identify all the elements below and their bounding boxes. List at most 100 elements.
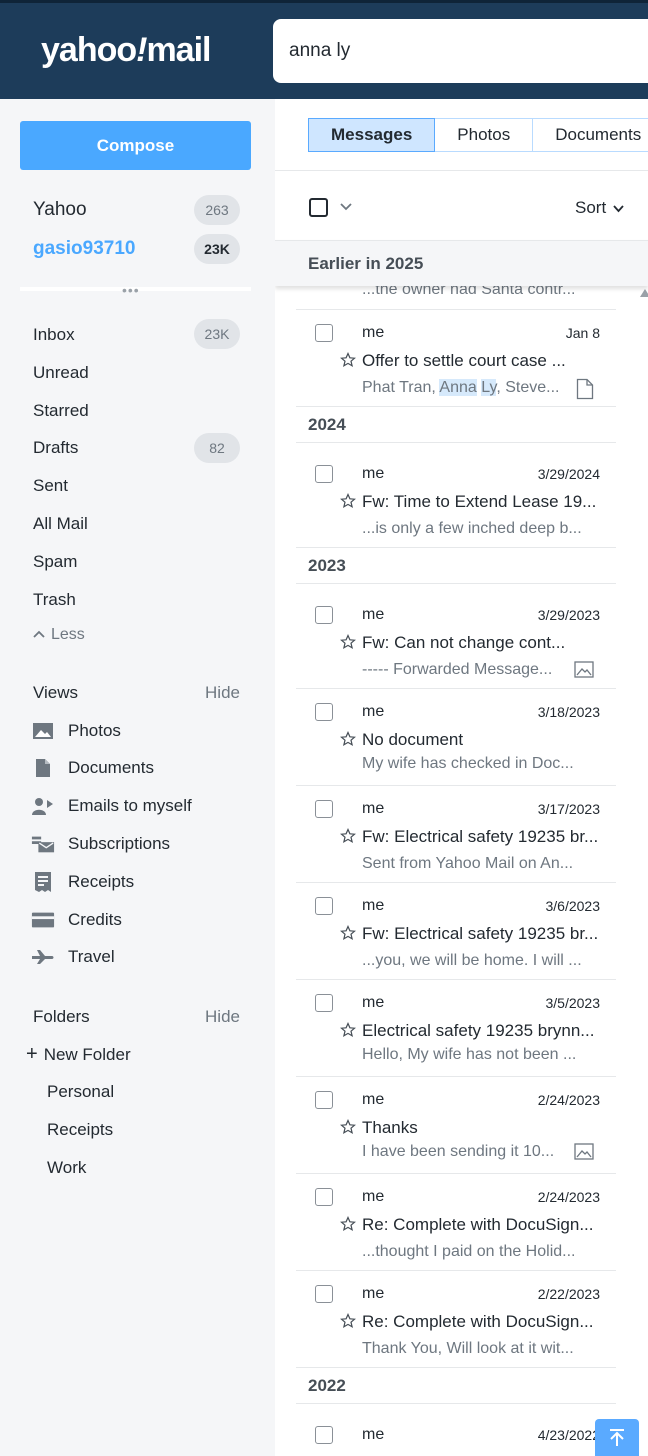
message-snippet: Thank You, Will look at it wit... xyxy=(362,1340,574,1357)
sidebar-item-sent[interactable]: Sent xyxy=(33,476,68,496)
star-icon[interactable] xyxy=(340,1022,356,1043)
toolbar-divider xyxy=(275,170,648,171)
message-date: 3/29/2023 xyxy=(537,607,600,623)
message-row[interactable]: me 2/24/2023 Re: Complete with DocuSign.… xyxy=(296,1173,616,1270)
star-icon[interactable] xyxy=(340,1313,356,1334)
star-icon[interactable] xyxy=(340,493,356,514)
search-box[interactable] xyxy=(273,19,648,83)
row-checkbox[interactable] xyxy=(315,1426,333,1444)
sidebar-item-starred[interactable]: Starred xyxy=(33,401,89,421)
tab-messages[interactable]: Messages xyxy=(308,118,436,152)
folder-receipts[interactable]: Receipts xyxy=(47,1120,113,1140)
folders-hide-button[interactable]: Hide xyxy=(205,1007,240,1027)
row-checkbox[interactable] xyxy=(315,606,333,624)
select-all-checkbox[interactable] xyxy=(309,198,328,217)
row-checkbox[interactable] xyxy=(315,324,333,342)
row-checkbox[interactable] xyxy=(315,703,333,721)
sidebar-item-trash[interactable]: Trash xyxy=(33,590,76,610)
star-icon[interactable] xyxy=(340,352,356,373)
folders-heading: Folders xyxy=(33,1007,90,1026)
message-row[interactable]: me 3/18/2023 No document My wife has che… xyxy=(296,688,616,785)
row-checkbox[interactable] xyxy=(315,1188,333,1206)
subscriptions-icon xyxy=(31,833,55,855)
message-subject: Fw: Can not change cont... xyxy=(362,633,566,652)
new-folder-button[interactable]: + New Folder xyxy=(26,1043,131,1066)
message-date: 3/6/2023 xyxy=(545,898,601,914)
star-icon[interactable] xyxy=(340,925,356,946)
view-documents[interactable]: Documents xyxy=(31,756,154,780)
message-subject: No document xyxy=(362,730,464,749)
message-sender: me xyxy=(362,994,385,1011)
account-yahoo[interactable]: Yahoo xyxy=(33,199,87,221)
message-snippet: ----- Forwarded Message... xyxy=(362,661,553,678)
tab-photos[interactable]: Photos xyxy=(435,118,534,152)
year-group-header: 2023 xyxy=(296,547,616,583)
star-icon[interactable] xyxy=(340,1119,356,1140)
star-icon[interactable] xyxy=(340,1216,356,1237)
scroll-up-arrow-icon[interactable] xyxy=(640,289,648,297)
row-checkbox[interactable] xyxy=(315,800,333,818)
select-options-chevron-icon[interactable] xyxy=(339,199,353,218)
folder-personal[interactable]: Personal xyxy=(47,1082,114,1102)
message-subject: Electrical safety 19235 brynn... xyxy=(362,1021,595,1040)
less-toggle[interactable]: Less xyxy=(33,626,85,644)
account-gasio93710[interactable]: gasio93710 xyxy=(33,238,135,260)
tab-documents[interactable]: Documents xyxy=(533,118,648,152)
view-subscriptions[interactable]: Subscriptions xyxy=(31,832,170,856)
search-input[interactable] xyxy=(289,37,629,65)
message-sender: me xyxy=(362,1091,385,1108)
image-attachment-icon xyxy=(574,661,594,683)
message-sender: me xyxy=(362,606,385,623)
views-hide-button[interactable]: Hide xyxy=(205,683,240,703)
yahoo-mail-logo[interactable]: yahoo!mail xyxy=(41,30,212,70)
message-row[interactable]: me 4/23/2022 xyxy=(296,1403,616,1456)
year-group-header: 2024 xyxy=(296,406,616,442)
credit-card-icon xyxy=(31,909,55,931)
plus-icon: + xyxy=(26,1043,38,1065)
message-row[interactable]: me Jan 8 Offer to settle court case ... … xyxy=(296,309,616,406)
row-checkbox[interactable] xyxy=(315,465,333,483)
row-checkbox[interactable] xyxy=(315,1285,333,1303)
sidebar-item-all-mail[interactable]: All Mail xyxy=(33,514,88,534)
message-row[interactable]: me 2/24/2023 Thanks I have been sending … xyxy=(296,1076,616,1173)
star-icon[interactable] xyxy=(340,731,356,752)
sidebar-item-drafts[interactable]: Drafts xyxy=(33,438,78,458)
sidebar-item-spam[interactable]: Spam xyxy=(33,552,77,572)
row-checkbox[interactable] xyxy=(315,994,333,1012)
message-subject: Re: Complete with DocuSign... xyxy=(362,1215,594,1234)
sort-button[interactable]: Sort xyxy=(575,198,625,218)
message-sender: me xyxy=(362,1188,385,1205)
receipt-icon xyxy=(31,871,55,893)
message-row[interactable]: me 3/17/2023 Fw: Electrical safety 19235… xyxy=(296,785,616,882)
message-snippet: I have been sending it 10... xyxy=(362,1143,555,1160)
message-row[interactable]: me 3/29/2024 Fw: Time to Extend Lease 19… xyxy=(296,442,616,547)
more-accounts-handle[interactable]: ••• xyxy=(122,282,140,298)
message-date: 3/29/2024 xyxy=(537,466,600,482)
view-receipts[interactable]: Receipts xyxy=(31,870,134,894)
message-sender: me xyxy=(362,465,385,482)
airplane-icon xyxy=(31,946,55,968)
compose-button[interactable]: Compose xyxy=(20,121,251,170)
view-emails-to-myself[interactable]: Emails to myself xyxy=(31,794,192,818)
message-row[interactable]: me 2/22/2023 Re: Complete with DocuSign.… xyxy=(296,1270,616,1367)
view-travel[interactable]: Travel xyxy=(31,945,115,969)
message-row[interactable]: me 3/6/2023 Fw: Electrical safety 19235 … xyxy=(296,882,616,979)
star-icon[interactable] xyxy=(340,634,356,655)
sidebar-item-unread[interactable]: Unread xyxy=(33,363,89,383)
year-group-header: 2022 xyxy=(296,1367,616,1403)
message-date: 2/24/2023 xyxy=(537,1189,600,1205)
star-icon[interactable] xyxy=(340,828,356,849)
scroll-to-top-button[interactable] xyxy=(595,1419,639,1456)
sidebar-item-inbox[interactable]: Inbox xyxy=(33,325,75,345)
account-yahoo-count: 263 xyxy=(194,195,240,225)
row-checkbox[interactable] xyxy=(315,1091,333,1109)
chevron-down-icon xyxy=(613,204,624,212)
folder-work[interactable]: Work xyxy=(47,1158,86,1178)
view-photos[interactable]: Photos xyxy=(31,719,121,743)
message-row[interactable]: me 3/5/2023 Electrical safety 19235 bryn… xyxy=(296,979,616,1076)
message-date: Jan 8 xyxy=(565,325,600,341)
view-credits[interactable]: Credits xyxy=(31,908,122,932)
message-date: 2/22/2023 xyxy=(537,1286,600,1302)
row-checkbox[interactable] xyxy=(315,897,333,915)
message-row[interactable]: me 3/29/2023 Fw: Can not change cont... … xyxy=(296,583,616,688)
